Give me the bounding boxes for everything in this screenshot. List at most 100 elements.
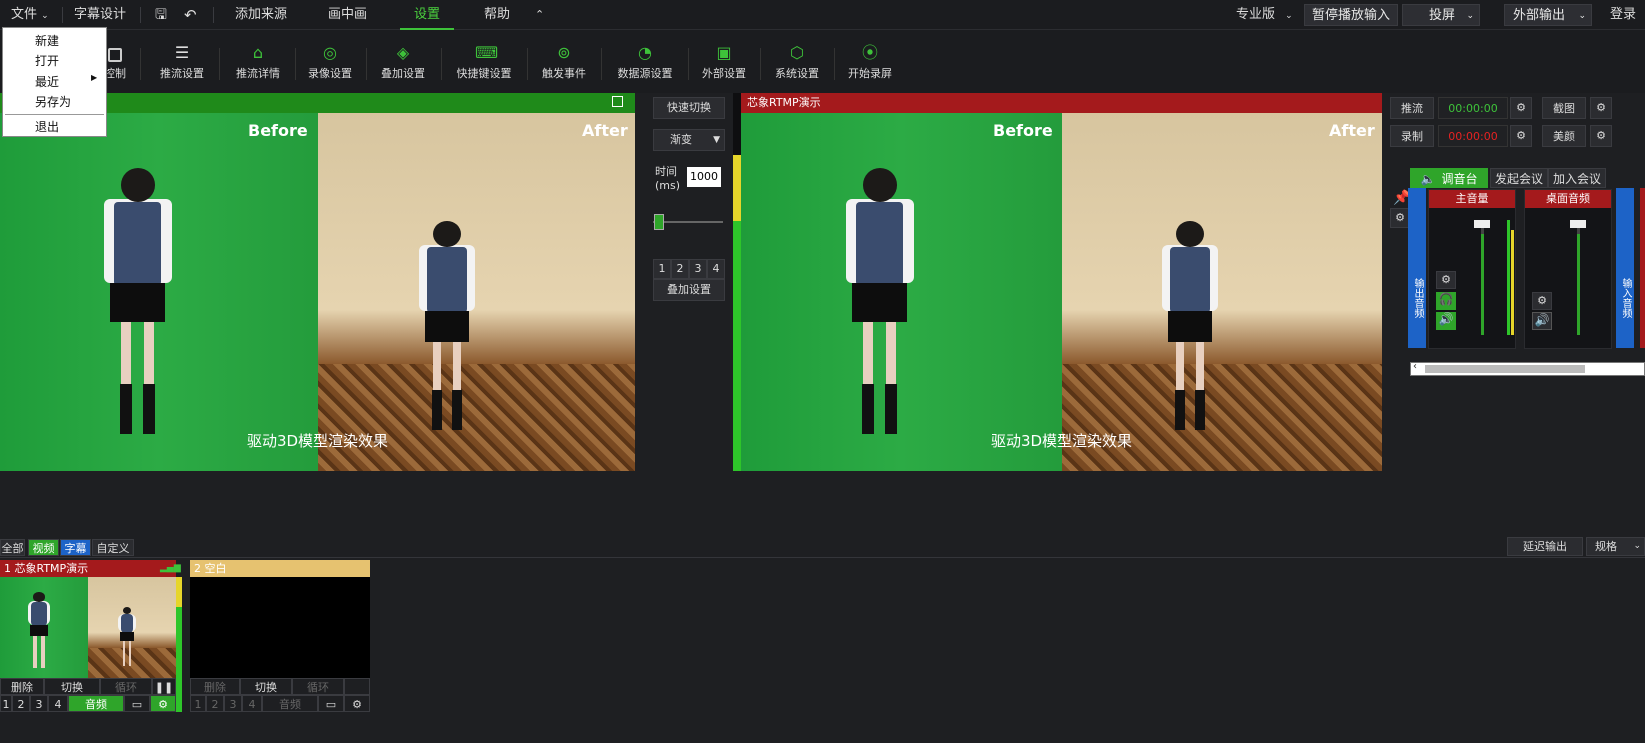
beauty-button[interactable]: 美颜 (1542, 125, 1586, 147)
source-tile-title[interactable]: 2 空白 (190, 560, 370, 577)
filter-subtitle[interactable]: 字幕 (60, 539, 91, 556)
chevron-left-icon: ‹ (1413, 361, 1417, 372)
tile-num-1[interactable]: 1 (0, 695, 12, 712)
pause-icon[interactable]: ❚❚ (152, 678, 176, 695)
tile-audio-button[interactable]: 音频 (68, 695, 124, 712)
menu-item-save-as[interactable]: 另存为 (35, 93, 71, 110)
save-icon[interactable]: 🖫 (155, 0, 167, 30)
overlay-settings-tool[interactable]: ◈ 叠加设置 (375, 38, 431, 88)
speaker-icon[interactable]: 🔊 (1436, 312, 1456, 330)
hotkey-settings-tool[interactable]: ⌨ 快捷键设置 (451, 38, 517, 88)
datasource-settings-tool[interactable]: ◔ 数据源设置 (612, 38, 678, 88)
pie-chart-icon: ◔ (638, 43, 652, 62)
tile-audio-button[interactable]: 音频 (262, 695, 318, 712)
source-tile-title[interactable]: 1 芯象RTMP演示 (0, 560, 176, 577)
tile-loop-button[interactable]: 循环 (292, 678, 344, 695)
tile-num-3[interactable]: 3 (224, 695, 242, 712)
input-audio-bar[interactable]: 输入音频 (1616, 188, 1634, 348)
push-settings-tool[interactable]: ☰ 推流设置 (152, 38, 212, 88)
menu-add-source[interactable]: 添加来源 (235, 0, 287, 30)
tile-num-2[interactable]: 2 (12, 695, 30, 712)
monitor-icon[interactable]: ▭ (124, 695, 150, 712)
output-audio-bar[interactable]: 输出音频 (1408, 188, 1426, 348)
source-tile-thumbnail[interactable] (190, 577, 370, 678)
tile-delete-button[interactable]: 删除 (0, 678, 44, 695)
screenshot-button[interactable]: 截图 (1542, 97, 1586, 119)
gear-icon[interactable]: ⚙ (1510, 97, 1532, 119)
fader-handle[interactable] (1474, 220, 1490, 228)
push-button[interactable]: 推流 (1390, 97, 1434, 119)
filter-custom[interactable]: 自定义 (92, 539, 134, 556)
pin-icon[interactable]: 📌 (1393, 190, 1410, 208)
transition-num-4[interactable]: 4 (707, 259, 725, 279)
transition-num-3[interactable]: 3 (689, 259, 707, 279)
record-settings-tool[interactable]: ◎ 录像设置 (304, 38, 356, 88)
filter-video[interactable]: 视频 (28, 539, 59, 556)
menu-settings[interactable]: 设置 (400, 0, 454, 30)
scrollbar-thumb[interactable] (1425, 365, 1585, 373)
tile-num-2[interactable]: 2 (206, 695, 224, 712)
fader-handle[interactable] (1570, 220, 1586, 228)
menu-item-recent[interactable]: 最近 ▶ (35, 73, 97, 90)
mixer-scrollbar[interactable]: ‹ (1410, 361, 1645, 376)
monitor-icon[interactable]: ▭ (318, 695, 344, 712)
menu-help[interactable]: 帮助 (484, 0, 510, 30)
gear-icon[interactable]: ⚙ (1510, 125, 1532, 147)
program-video[interactable]: Before After 驱动3D模型渲染效果 (741, 113, 1382, 471)
tab-start-meeting[interactable]: 发起会议 (1490, 168, 1548, 188)
menu-subtitle-design[interactable]: 字幕设计 (74, 0, 126, 30)
gear-icon[interactable]: ⚙ (150, 695, 176, 712)
source-tile-thumbnail[interactable] (0, 577, 176, 678)
tile-num-1[interactable]: 1 (190, 695, 206, 712)
undo-icon[interactable]: ↶ (184, 0, 197, 30)
time-input[interactable]: 1000 (687, 167, 721, 187)
external-settings-tool[interactable]: ▣ 外部设置 (698, 38, 750, 88)
pause-input-button[interactable]: 暂停播放输入 (1304, 4, 1398, 26)
menu-item-exit[interactable]: 退出 (35, 118, 59, 135)
gear-icon[interactable]: ⚙ (1436, 271, 1456, 289)
start-screen-record-tool[interactable]: ⦿ 开始录屏 (844, 38, 896, 88)
tile-loop-button[interactable]: 循环 (100, 678, 152, 695)
gear-icon[interactable]: ⚙ (1390, 208, 1410, 228)
menu-pip[interactable]: 画中画 (328, 0, 367, 30)
headphone-icon[interactable]: 🎧 (1436, 292, 1456, 310)
filter-all[interactable]: 全部 (0, 539, 25, 556)
transition-num-1[interactable]: 1 (653, 259, 671, 279)
transition-slider-handle[interactable] (654, 214, 664, 230)
overlay-settings-button[interactable]: 叠加设置 (653, 279, 725, 301)
cast-button[interactable]: 投屏 ⌄ (1402, 4, 1480, 26)
spec-select[interactable]: 规格 ⌄ (1586, 537, 1645, 556)
control-icon (108, 48, 122, 62)
gear-icon[interactable]: ⚙ (1532, 292, 1552, 310)
quick-switch-button[interactable]: 快速切换 (653, 97, 725, 119)
tile-num-4[interactable]: 4 (242, 695, 262, 712)
speaker-icon[interactable]: 🔊 (1532, 312, 1552, 330)
gear-icon[interactable]: ⚙ (1590, 125, 1612, 147)
gear-icon[interactable]: ⚙ (344, 695, 370, 712)
fullscreen-icon[interactable] (612, 96, 623, 107)
external-output-button[interactable]: 外部输出 ⌄ (1504, 4, 1592, 26)
tile-num-3[interactable]: 3 (30, 695, 48, 712)
system-settings-tool[interactable]: ⬡ 系统设置 (771, 38, 823, 88)
preview-video[interactable]: Before After 驱动3D模型渲染效果 (0, 113, 635, 471)
menu-file[interactable]: 文件 ⌄ (11, 0, 49, 30)
menu-item-new[interactable]: 新建 (35, 32, 59, 49)
chevron-up-icon[interactable]: ⌃ (535, 0, 544, 30)
tile-num-4[interactable]: 4 (48, 695, 68, 712)
tab-join-meeting[interactable]: 加入会议 (1548, 168, 1606, 188)
tab-mixer[interactable]: 🔈 调音台 (1410, 168, 1488, 188)
gear-icon[interactable]: ⚙ (1590, 97, 1612, 119)
transition-num-2[interactable]: 2 (671, 259, 689, 279)
tile-switch-button[interactable]: 切换 (240, 678, 292, 695)
trigger-events-tool[interactable]: ⊚ 触发事件 (538, 38, 590, 88)
login-link[interactable]: 登录 (1610, 0, 1636, 30)
transition-mode-select[interactable]: 渐变 ▼ (653, 129, 725, 151)
record-button[interactable]: 录制 (1390, 125, 1434, 147)
menu-item-open[interactable]: 打开 (35, 52, 59, 69)
push-details-tool[interactable]: ⌂ 推流详情 (228, 38, 288, 88)
tile-delete-button[interactable]: 删除 (190, 678, 240, 695)
tile-switch-button[interactable]: 切换 (44, 678, 100, 695)
edition-label[interactable]: 专业版 ⌄ (1236, 0, 1293, 30)
delay-output-button[interactable]: 延迟输出 (1507, 537, 1583, 556)
divider (5, 114, 104, 115)
